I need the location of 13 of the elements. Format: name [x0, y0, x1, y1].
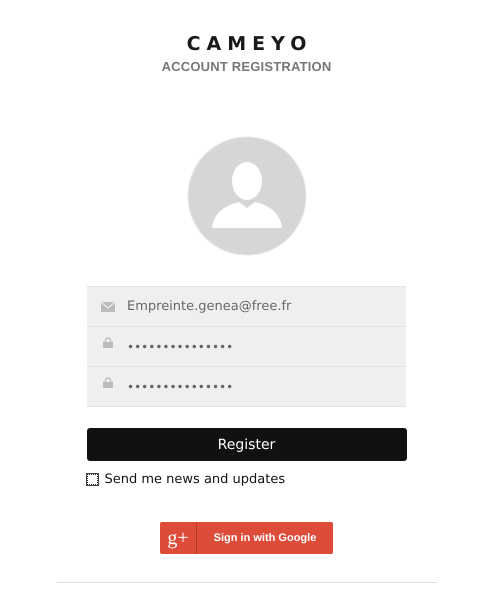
register-button[interactable]: Register	[86, 428, 406, 461]
logo: CAMEYO	[186, 33, 312, 55]
avatar-icon	[186, 136, 306, 256]
mail-icon	[101, 302, 115, 312]
page-subtitle: ACCOUNT REGISTRATION	[162, 59, 332, 74]
lock-icon	[101, 337, 115, 348]
google-sign-in-button[interactable]: g+ Sign in with Google	[160, 522, 333, 554]
lock-icon	[101, 377, 115, 388]
password-field[interactable]: •••••••••••••••	[87, 327, 406, 367]
checkbox-label: Send me news and updates	[104, 472, 286, 487]
checkbox[interactable]	[86, 474, 98, 485]
password-field[interactable]: •••••••••••••••	[87, 367, 406, 407]
email-field[interactable]: Empreinte.genea@free.fr	[87, 287, 406, 327]
